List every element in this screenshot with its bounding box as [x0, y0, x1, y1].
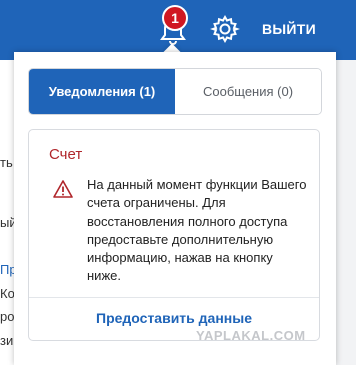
notifications-popup: Уведомления (1) Сообщения (0) Счет На да…: [14, 52, 336, 365]
provide-data-button[interactable]: Предоставить данные: [29, 310, 319, 326]
gear-icon[interactable]: [210, 14, 240, 44]
card-divider: [29, 297, 319, 298]
popup-tabs: Уведомления (1) Сообщения (0): [28, 68, 322, 115]
notification-body: На данный момент функции Вашего счета ог…: [87, 177, 307, 284]
tab-notifications[interactable]: Уведомления (1): [29, 69, 175, 114]
page-text-fragment: Ко: [0, 286, 15, 301]
logout-button[interactable]: ВЫЙТИ: [262, 21, 316, 37]
notification-title: Счет: [49, 146, 83, 163]
page-text-fragment: зи: [0, 333, 14, 348]
tab-messages[interactable]: Сообщения (0): [175, 69, 321, 114]
watermark: YAPLAKAL.COM: [196, 328, 306, 343]
page-text-fragment: ть: [0, 155, 13, 170]
warning-icon: [53, 180, 73, 198]
notification-count-badge: 1: [162, 5, 188, 31]
notification-card: Счет На данный момент функции Вашего сче…: [28, 129, 320, 341]
